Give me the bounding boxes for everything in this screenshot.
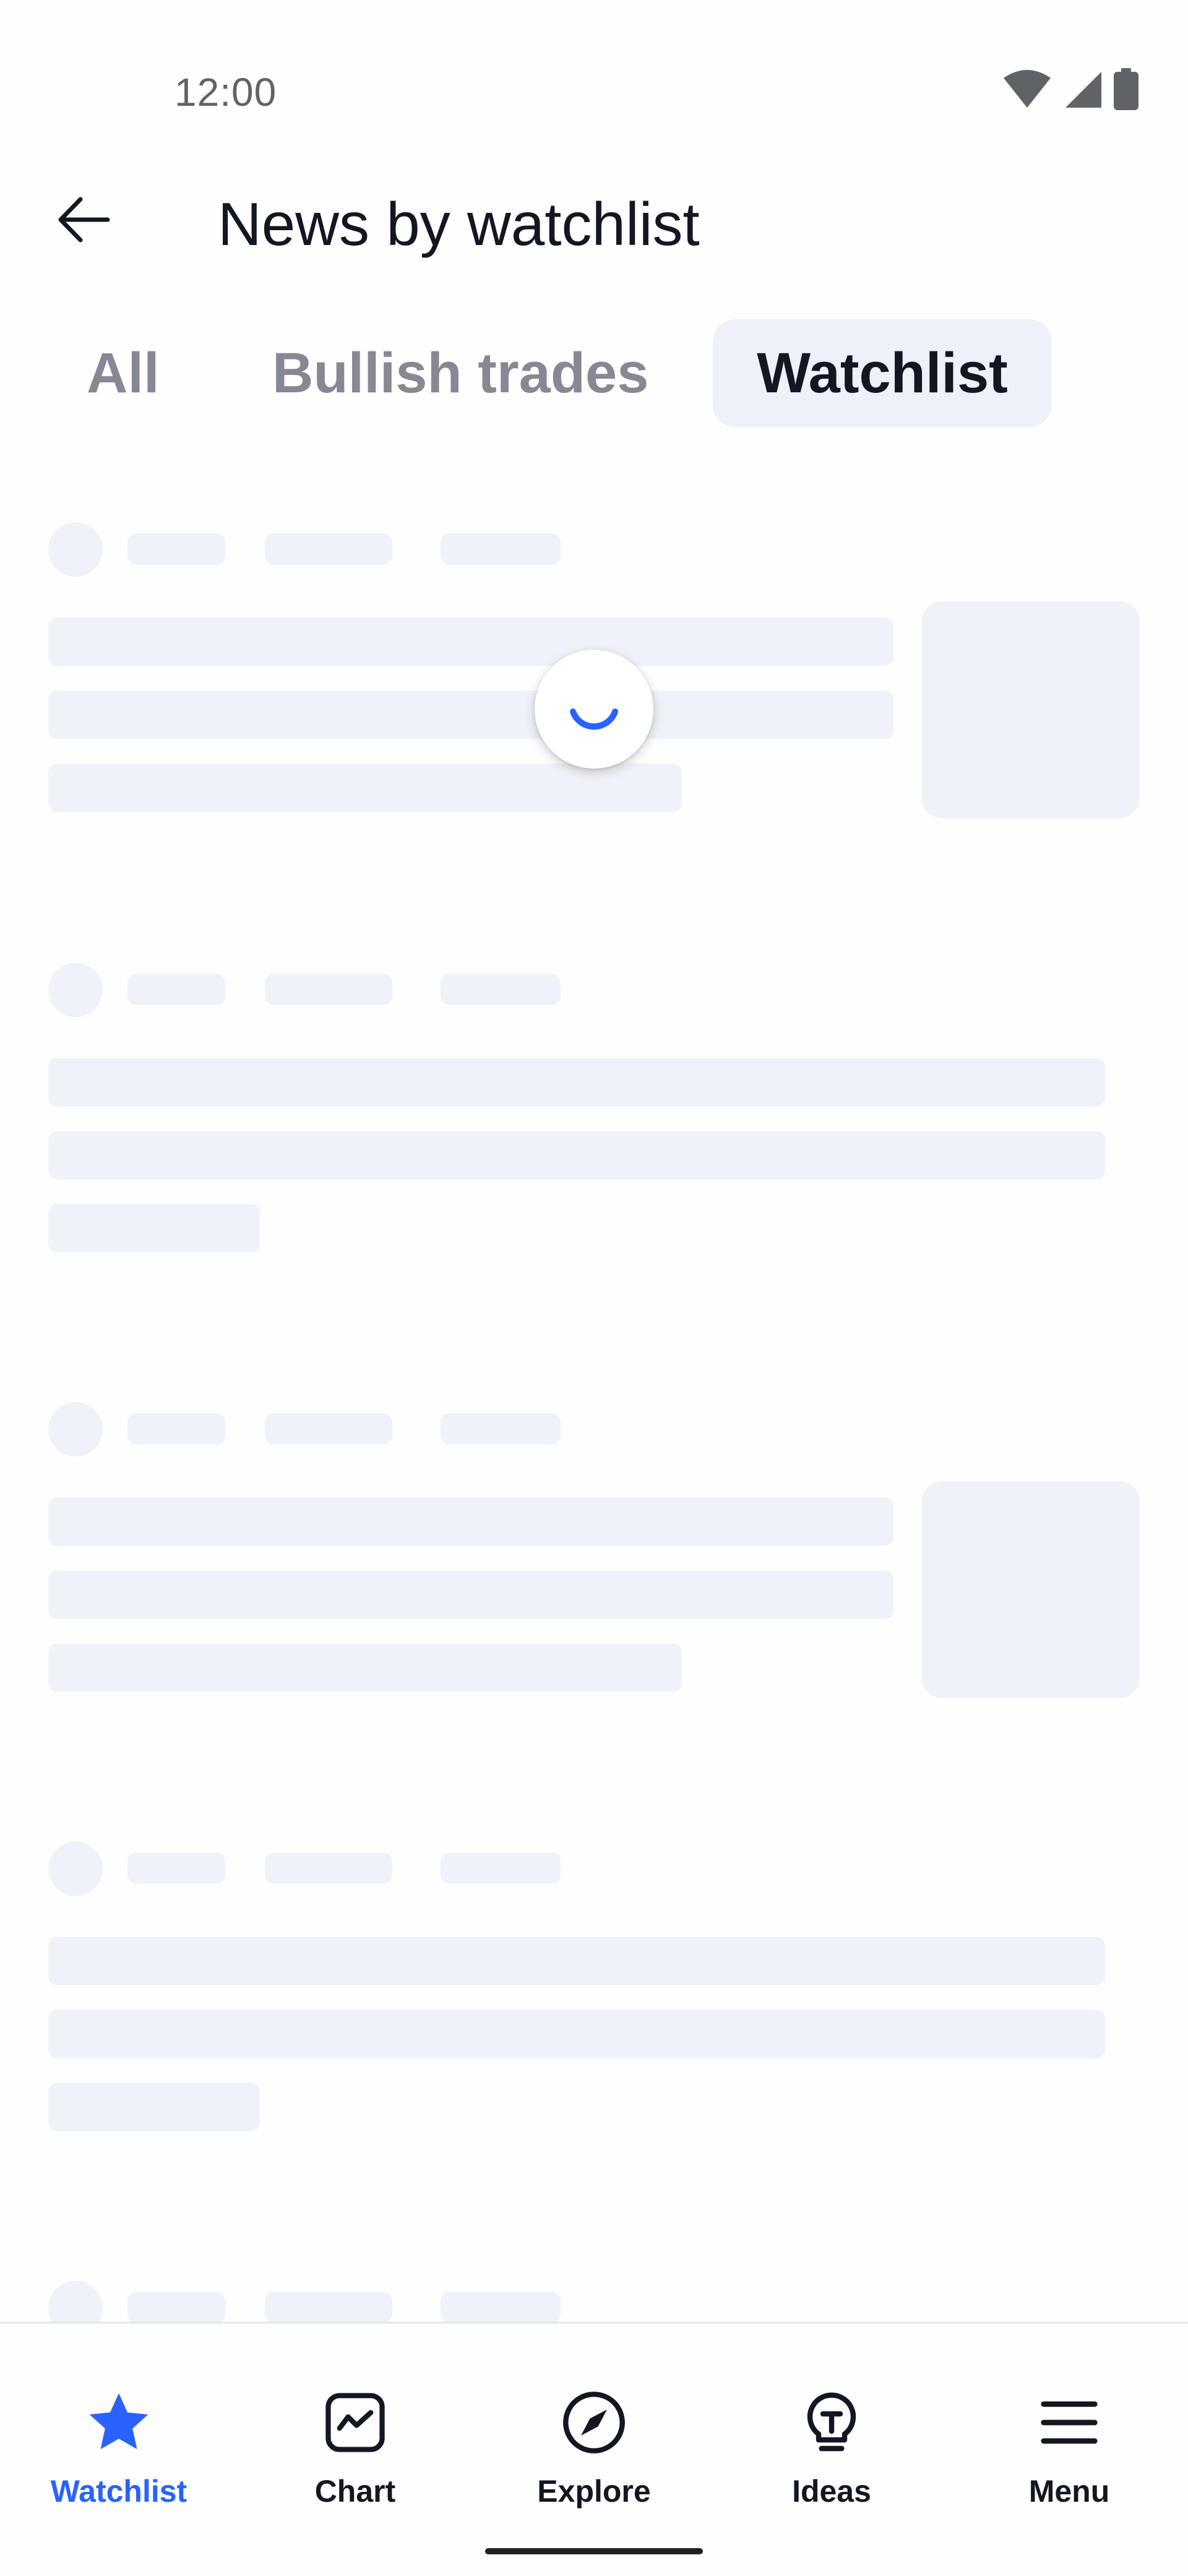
nav-watchlist[interactable]: Watchlist bbox=[26, 2385, 212, 2509]
signal-icon bbox=[1065, 72, 1101, 108]
status-icons bbox=[1002, 68, 1138, 110]
spinner-arc-icon bbox=[570, 709, 618, 730]
loading-spinner bbox=[535, 650, 653, 769]
skeleton-meta bbox=[265, 974, 392, 1005]
skeleton-line bbox=[48, 1570, 893, 1619]
skeleton-meta bbox=[265, 2292, 392, 2323]
chart-icon bbox=[318, 2385, 392, 2460]
lightbulb-icon bbox=[794, 2385, 869, 2460]
tab-watchlist[interactable]: Watchlist bbox=[713, 319, 1052, 427]
skeleton-meta bbox=[441, 1853, 561, 1884]
nav-menu[interactable]: Menu bbox=[976, 2385, 1162, 2509]
page-title: News by watchlist bbox=[218, 190, 700, 258]
skeleton-meta bbox=[265, 1853, 392, 1884]
skeleton-avatar bbox=[48, 1842, 103, 1896]
skeleton-meta bbox=[265, 1413, 392, 1444]
skeleton-thumbnail bbox=[922, 601, 1140, 818]
nav-ideas[interactable]: Ideas bbox=[739, 2385, 924, 2509]
skeleton-meta bbox=[441, 2292, 561, 2323]
skeleton-line bbox=[48, 764, 682, 812]
skeleton-meta bbox=[127, 974, 225, 1005]
nav-label: Ideas bbox=[792, 2474, 871, 2509]
skeleton-meta bbox=[127, 2292, 225, 2323]
skeleton-line bbox=[48, 1131, 1105, 1179]
tab-bullish-trades[interactable]: Bullish trades bbox=[272, 319, 648, 427]
bottom-navigation: Watchlist Chart Explore Ideas Menu bbox=[0, 2322, 1188, 2576]
skeleton-line bbox=[48, 1643, 682, 1692]
battery-icon bbox=[1114, 68, 1138, 110]
skeleton-meta bbox=[127, 1413, 225, 1444]
nav-label: Menu bbox=[1028, 2474, 1110, 2509]
nav-label: Explore bbox=[537, 2474, 651, 2509]
nav-label: Watchlist bbox=[50, 2474, 187, 2509]
skeleton-line bbox=[48, 2083, 260, 2131]
skeleton-avatar bbox=[48, 963, 103, 1017]
wifi-icon bbox=[1004, 70, 1051, 108]
nav-label: Chart bbox=[314, 2474, 396, 2509]
status-time: 12:00 bbox=[174, 70, 277, 114]
skeleton-line bbox=[48, 1204, 260, 1252]
home-indicator[interactable] bbox=[485, 2548, 703, 2554]
skeleton-line bbox=[48, 691, 893, 739]
skeleton-meta bbox=[127, 533, 225, 564]
skeleton-thumbnail bbox=[922, 1481, 1140, 1698]
arrow-left-icon bbox=[58, 197, 110, 243]
skeleton-line bbox=[48, 1058, 1105, 1106]
skeleton-avatar bbox=[48, 1402, 103, 1457]
skeleton-line bbox=[48, 618, 893, 666]
skeleton-avatar bbox=[48, 522, 103, 577]
hamburger-menu-icon bbox=[1032, 2385, 1106, 2460]
back-button[interactable] bbox=[50, 186, 118, 254]
skeleton-line bbox=[48, 1937, 1105, 1985]
skeleton-meta bbox=[441, 1413, 561, 1444]
skeleton-line bbox=[48, 1497, 893, 1546]
star-icon bbox=[82, 2385, 156, 2460]
nav-explore[interactable]: Explore bbox=[501, 2385, 687, 2509]
skeleton-meta bbox=[441, 533, 561, 564]
compass-icon bbox=[557, 2385, 631, 2460]
tab-all[interactable]: All bbox=[87, 319, 160, 427]
nav-chart[interactable]: Chart bbox=[262, 2385, 448, 2509]
skeleton-line bbox=[48, 2010, 1105, 2058]
skeleton-meta bbox=[441, 974, 561, 1005]
skeleton-meta bbox=[265, 533, 392, 564]
skeleton-meta bbox=[127, 1853, 225, 1884]
